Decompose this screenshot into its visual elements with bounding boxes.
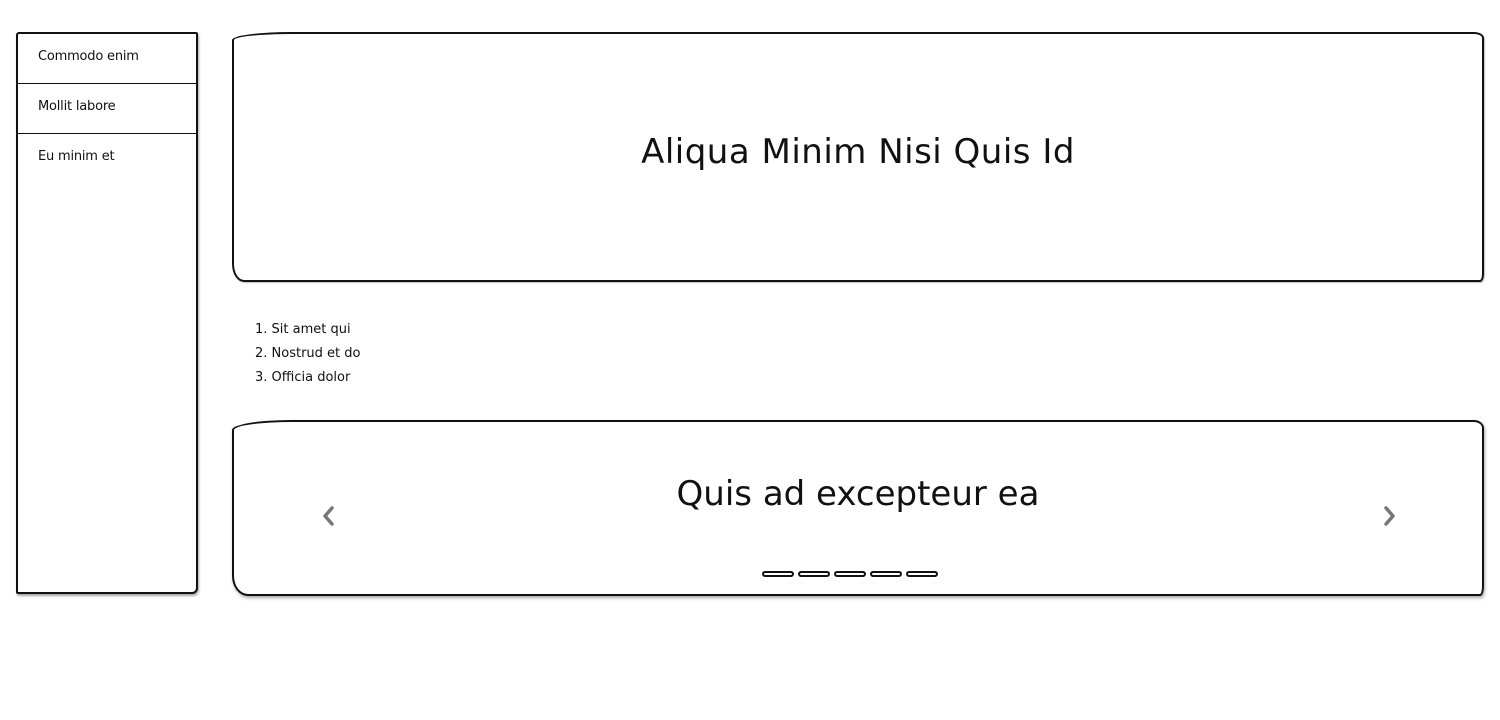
carousel: Quis ad excepteur ea: [232, 420, 1484, 596]
list-item: 3. Officia dolor: [255, 370, 351, 385]
sidebar-item-label: Eu minim et: [38, 149, 115, 164]
sidebar-item-label: Mollit labore: [38, 99, 116, 114]
ordered-list: 1. Sit amet qui 2. Nostrud et do 3. Offi…: [255, 318, 361, 390]
sidebar-item-commodo-enim[interactable]: Commodo enim: [18, 34, 196, 84]
carousel-indicator[interactable]: [798, 571, 830, 577]
list-item: 1. Sit amet qui: [255, 322, 351, 337]
carousel-indicator[interactable]: [834, 571, 866, 577]
chevron-right-icon: [1384, 506, 1395, 526]
carousel-indicators: [762, 571, 938, 577]
chevron-left-icon: [323, 506, 334, 526]
carousel-indicator[interactable]: [870, 571, 902, 577]
list-item: 2. Nostrud et do: [255, 346, 361, 361]
carousel-indicator[interactable]: [906, 571, 938, 577]
hero-title: Aliqua Minim Nisi Quis Id: [641, 132, 1075, 172]
carousel-slide-title: Quis ad excepteur ea: [676, 474, 1040, 514]
sidebar: Commodo enim Mollit labore Eu minim et: [16, 32, 198, 594]
carousel-indicator[interactable]: [762, 571, 794, 577]
carousel-prev-button[interactable]: [316, 502, 340, 530]
carousel-next-button[interactable]: [1378, 502, 1402, 530]
sidebar-item-label: Commodo enim: [38, 49, 139, 64]
sidebar-item-eu-minim-et[interactable]: Eu minim et: [18, 134, 196, 184]
sidebar-item-mollit-labore[interactable]: Mollit labore: [18, 84, 196, 134]
hero-panel: Aliqua Minim Nisi Quis Id: [232, 32, 1484, 282]
